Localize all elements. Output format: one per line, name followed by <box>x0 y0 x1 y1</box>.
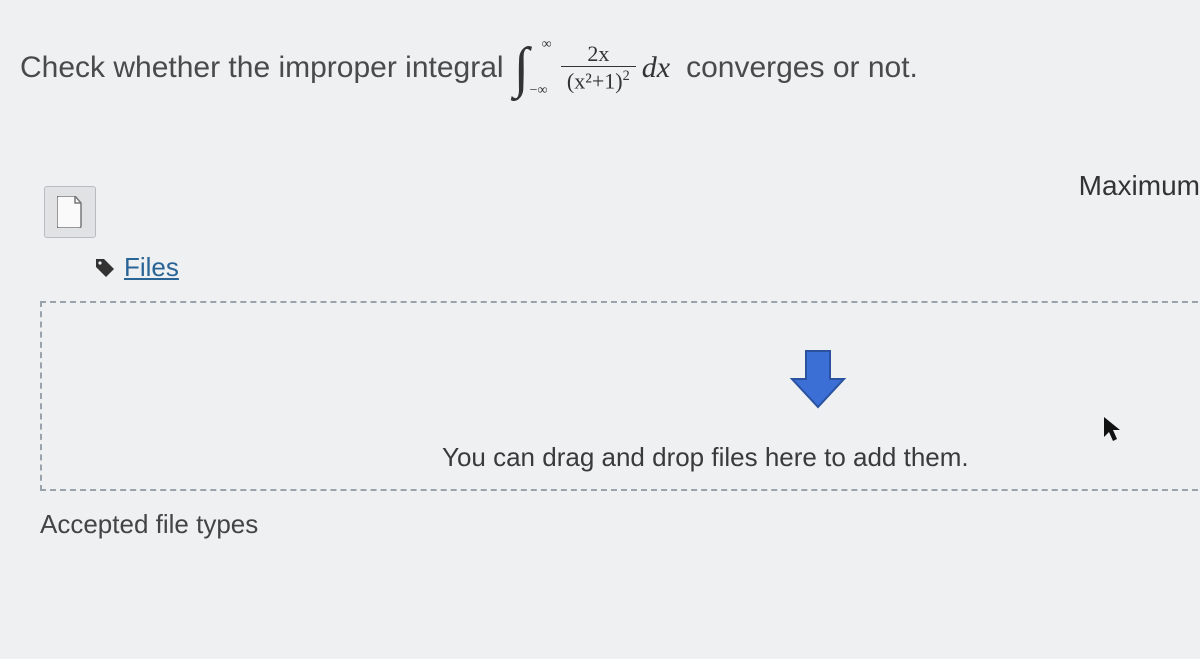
file-icon <box>57 196 83 228</box>
question-page: Check whether the improper integral ∫ ∞ … <box>0 0 1200 540</box>
question-text: Check whether the improper integral ∫ ∞ … <box>20 40 1180 96</box>
integral-expression: ∫ ∞ −∞ 2x (x²+1)2 dx <box>514 40 677 96</box>
differential: dx <box>642 51 670 85</box>
arrow-down-icon <box>782 343 854 420</box>
files-row: Files <box>94 252 1180 283</box>
files-link[interactable]: Files <box>124 252 179 283</box>
tag-icon <box>94 257 116 279</box>
dropzone-hint: You can drag and drop files here to add … <box>442 442 969 473</box>
integral-sign-icon: ∫ ∞ −∞ <box>514 40 529 96</box>
fraction-denominator: (x²+1)2 <box>561 66 636 94</box>
accepted-file-types-label: Accepted file types <box>40 509 1180 540</box>
integral-upper-limit: ∞ <box>542 38 552 52</box>
new-file-button[interactable] <box>44 186 96 238</box>
integral-lower-limit: −∞ <box>530 84 548 98</box>
fraction: 2x (x²+1)2 <box>561 42 636 94</box>
question-prefix: Check whether the improper integral <box>20 51 504 85</box>
cursor-icon <box>1102 415 1122 448</box>
question-suffix: converges or not. <box>686 51 918 85</box>
maximum-label: Maximum <box>1079 170 1200 202</box>
fraction-numerator: 2x <box>581 42 615 66</box>
file-dropzone[interactable]: You can drag and drop files here to add … <box>40 301 1200 491</box>
